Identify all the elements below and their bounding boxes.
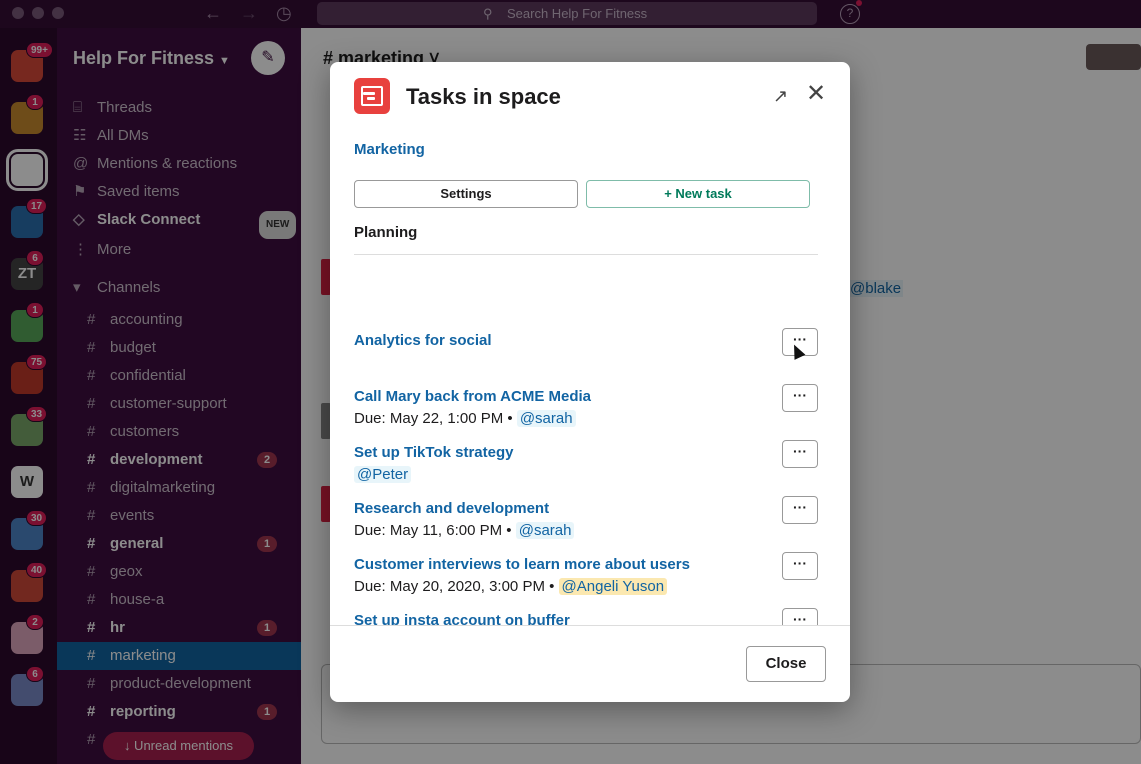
task-item: Set up TikTok strategy @Peter ···: [354, 440, 818, 494]
task-meta: Due: May 11, 6:00 PM • @sarah: [354, 522, 575, 539]
task-more-button[interactable]: ···: [782, 496, 818, 524]
close-icon[interactable]: ✕: [806, 82, 826, 106]
modal-body[interactable]: Marketing Settings + New task Planning A…: [330, 124, 850, 625]
settings-button[interactable]: Settings: [354, 180, 578, 208]
section-link-marketing[interactable]: Marketing: [354, 141, 425, 158]
task-assignee-mention[interactable]: @Peter: [354, 466, 412, 483]
task-title-link[interactable]: Set up insta account on buffer: [354, 612, 570, 625]
task-due-date: Due: May 22, 1:00 PM •: [354, 410, 517, 427]
task-more-button[interactable]: ···: [782, 552, 818, 580]
task-title-link[interactable]: Set up TikTok strategy: [354, 444, 514, 461]
task-due-date: Due: May 11, 6:00 PM •: [354, 522, 516, 539]
task-more-button[interactable]: ···: [782, 440, 818, 468]
tasks-modal: Tasks in space ↗ ✕ Marketing Settings + …: [330, 62, 850, 702]
task-title-link[interactable]: Customer interviews to learn more about …: [354, 556, 690, 573]
planning-heading: Planning: [354, 224, 418, 241]
task-more-button[interactable]: ···: [782, 608, 818, 625]
new-task-button[interactable]: + New task: [586, 180, 810, 208]
task-meta: Due: May 22, 1:00 PM • @sarah: [354, 410, 576, 427]
task-assignee-mention[interactable]: @sarah: [515, 522, 575, 539]
close-button[interactable]: Close: [746, 646, 826, 682]
tasks-app-icon: [354, 78, 390, 114]
task-title-link[interactable]: Analytics for social: [354, 332, 492, 349]
divider: [354, 254, 818, 255]
task-meta: @Peter: [354, 466, 412, 483]
modal-footer: Close: [330, 625, 850, 702]
task-title-link[interactable]: Research and development: [354, 500, 549, 517]
task-title-link[interactable]: Call Mary back from ACME Media: [354, 388, 591, 405]
task-item: Analytics for social ···: [354, 328, 818, 382]
external-link-icon[interactable]: ↗: [773, 86, 788, 107]
modal-title: Tasks in space: [406, 84, 561, 109]
task-assignee-mention[interactable]: @sarah: [516, 410, 576, 427]
task-item: Customer interviews to learn more about …: [354, 552, 818, 606]
task-item: Research and development Due: May 11, 6:0…: [354, 496, 818, 550]
task-meta: Due: May 20, 2020, 3:00 PM • @Angeli Yus…: [354, 578, 668, 595]
task-item: Call Mary back from ACME Media Due: May 2…: [354, 384, 818, 438]
task-due-date: Due: May 20, 2020, 3:00 PM •: [354, 578, 559, 595]
task-assignee-mention[interactable]: @Angeli Yuson: [558, 578, 668, 595]
task-item: Set up insta account on bufferDue: May 2…: [354, 608, 818, 625]
task-more-button[interactable]: ···: [782, 384, 818, 412]
